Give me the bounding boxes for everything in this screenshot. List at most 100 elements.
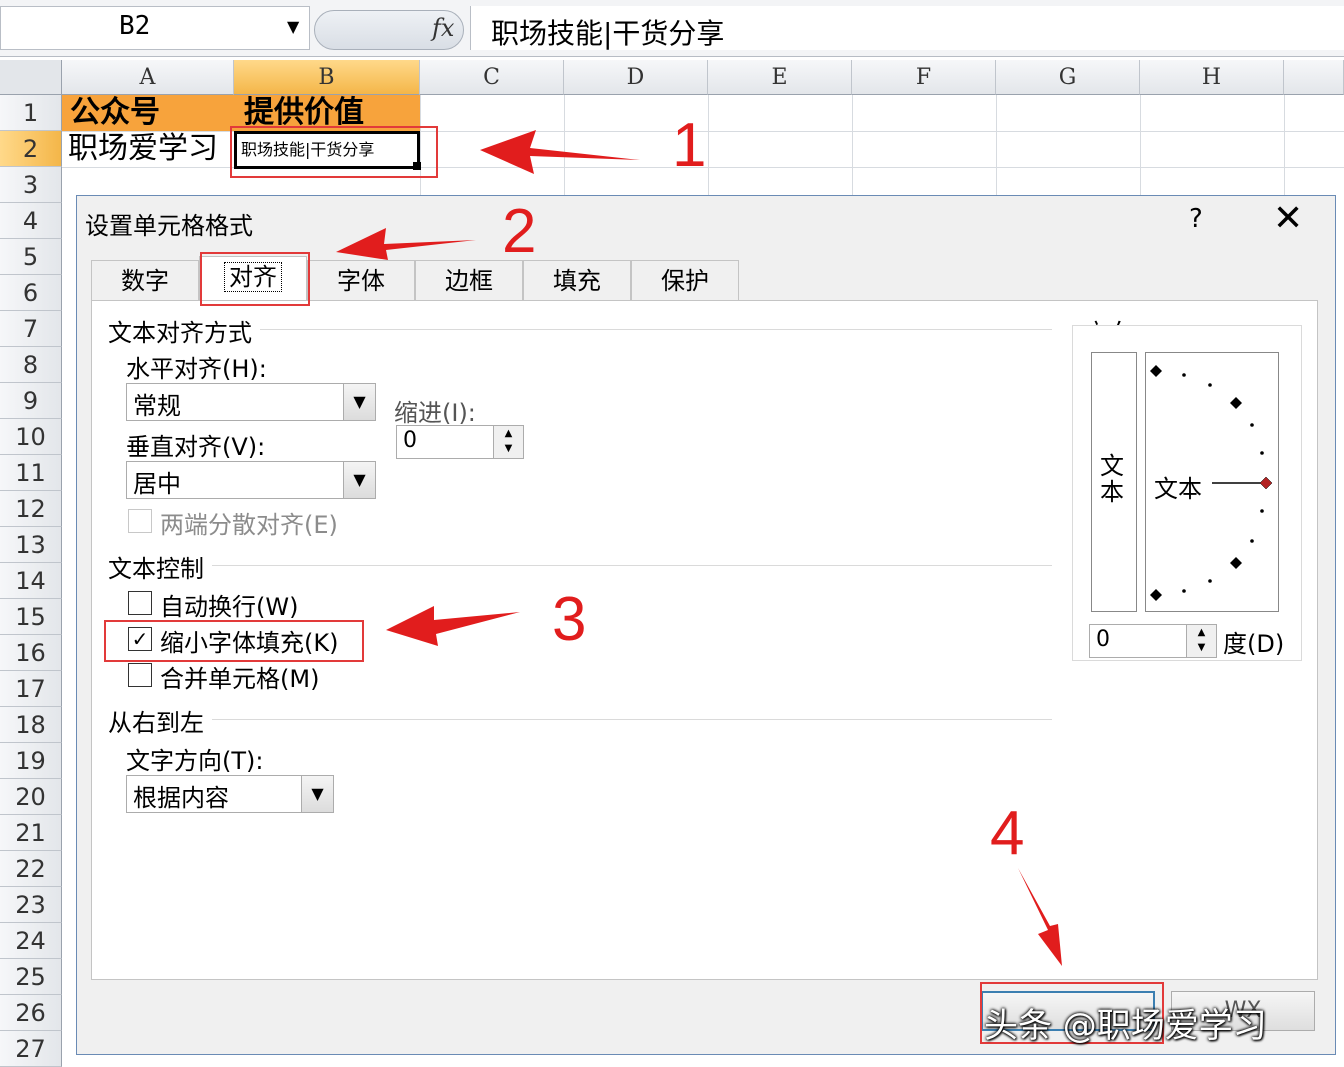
dial-marker [1150,589,1162,601]
row-header-4[interactable]: 4 [0,203,62,239]
arrow-icon [386,606,520,646]
degree-label: 度(D) [1223,630,1285,658]
column-header-h[interactable]: H [1140,60,1284,95]
dial-marker [1230,397,1242,409]
row-header-1[interactable]: 1 [0,95,62,131]
vertical-select[interactable]: 居中 ▼ [126,461,376,499]
vertical-label: 垂直对齐(V): [126,433,266,461]
help-button[interactable]: ? [1189,204,1203,234]
chevron-down-icon[interactable]: ▼ [343,384,375,420]
text-direction-value: 根据内容 [133,784,229,812]
wrap-text-checkbox[interactable] [128,591,152,615]
tab-font[interactable]: 字体 [307,260,415,300]
row-header-11[interactable]: 11 [0,455,62,491]
row-header-7[interactable]: 7 [0,311,62,347]
degree-spinner[interactable]: 0 ▲ ▼ [1089,624,1217,658]
orientation-dial[interactable]: 文本 [1145,352,1279,612]
row-header-14[interactable]: 14 [0,563,62,599]
row-header-17[interactable]: 17 [0,671,62,707]
name-box-value: B2 [119,11,151,41]
row-header-2[interactable]: 2 [0,131,62,167]
tab-label: 字体 [337,267,385,295]
callout-number-4: 4 [990,799,1025,868]
tab-protection[interactable]: 保护 [631,260,739,300]
group-divider [212,719,1052,720]
tab-label: 填充 [553,267,601,295]
horizontal-select[interactable]: 常规 ▼ [126,383,376,421]
cell-a2[interactable]: 职场爱学习 [62,131,234,167]
row-header-5[interactable]: 5 [0,239,62,275]
callout-number-3: 3 [552,585,587,654]
merge-cells-checkbox[interactable] [128,663,152,687]
column-header-d[interactable]: D [564,60,708,95]
indent-label: 缩进(I): [394,399,476,427]
row-header-9[interactable]: 9 [0,383,62,419]
row-header-20[interactable]: 20 [0,779,62,815]
row-header-21[interactable]: 21 [0,815,62,851]
text-direction-select[interactable]: 根据内容 ▼ [126,775,334,813]
tab-label: 保护 [661,267,709,295]
row-header-6[interactable]: 6 [0,275,62,311]
row-header-12[interactable]: 12 [0,491,62,527]
chevron-down-icon[interactable]: ▼ [343,462,375,498]
group-title-rtl: 从右到左 [108,703,212,738]
gridline [996,95,997,195]
row-header-10[interactable]: 10 [0,419,62,455]
degree-value: 0 [1096,627,1110,652]
row-header-19[interactable]: 19 [0,743,62,779]
close-button[interactable]: ✕ [1273,198,1303,239]
spinner-arrows-icon[interactable]: ▲ ▼ [1186,625,1216,657]
column-header-c[interactable]: C [420,60,564,95]
vertical-text-label: 文本 [1100,452,1124,506]
row-header-24[interactable]: 24 [0,923,62,959]
chevron-down-icon[interactable]: ▼ [301,776,333,812]
formula-bar: B2 ▼ fx 职场技能|干货分享 [0,0,1344,57]
tab-number[interactable]: 数字 [91,260,199,300]
column-header-a[interactable]: A [62,60,234,95]
callout-number-1: 1 [672,111,707,180]
select-all-corner[interactable] [0,60,62,95]
justify-distributed-checkbox[interactable] [128,509,152,533]
dial-marker [1230,557,1242,569]
text-direction-label: 文字方向(T): [126,747,264,775]
watermark: 头条 @职场爱学习 [984,1006,1267,1046]
cell-a1[interactable]: 公众号 [62,95,234,131]
row-header-15[interactable]: 15 [0,599,62,635]
row-header-8[interactable]: 8 [0,347,62,383]
row-header-25[interactable]: 25 [0,959,62,995]
column-header-b[interactable]: B [234,60,420,95]
row-header-3[interactable]: 3 [0,167,62,203]
gridline [852,95,853,195]
column-header-e[interactable]: E [708,60,852,95]
row-header-27[interactable]: 27 [0,1031,62,1067]
gridline [1140,95,1141,195]
formula-text: 职场技能|干货分享 [491,17,725,50]
column-header-g[interactable]: G [996,60,1140,95]
row-header-16[interactable]: 16 [0,635,62,671]
indent-value: 0 [403,428,417,453]
row-header-26[interactable]: 26 [0,995,62,1031]
insert-function-icon[interactable]: fx [432,14,454,42]
arrow-icon [480,130,640,174]
wrap-text-label: 自动换行(W) [160,593,299,621]
orientation-panel: 文本 文本 0 ▲ ▼ 度(D) [1072,325,1302,661]
chevron-down-icon[interactable]: ▼ [287,17,299,36]
tab-fill[interactable]: 填充 [523,260,631,300]
merge-cells-label: 合并单元格(M) [160,665,320,693]
group-divider [212,565,1052,566]
dialog-title: 设置单元格格式 [85,212,253,240]
formula-input[interactable]: 职场技能|干货分享 [470,6,1344,50]
indent-spinner[interactable]: 0 ▲ ▼ [396,425,524,459]
group-title-text-alignment: 文本对齐方式 [108,313,260,348]
arrow-icon [1018,868,1062,966]
row-header-22[interactable]: 22 [0,851,62,887]
spinner-arrows-icon[interactable]: ▲ ▼ [493,426,523,458]
row-header-18[interactable]: 18 [0,707,62,743]
vertical-text-toggle[interactable]: 文本 [1091,352,1137,612]
vertical-value: 居中 [133,470,181,498]
column-header-i[interactable] [1284,60,1344,95]
name-box[interactable]: B2 ▼ [0,6,310,50]
row-header-13[interactable]: 13 [0,527,62,563]
column-header-f[interactable]: F [852,60,996,95]
row-header-23[interactable]: 23 [0,887,62,923]
